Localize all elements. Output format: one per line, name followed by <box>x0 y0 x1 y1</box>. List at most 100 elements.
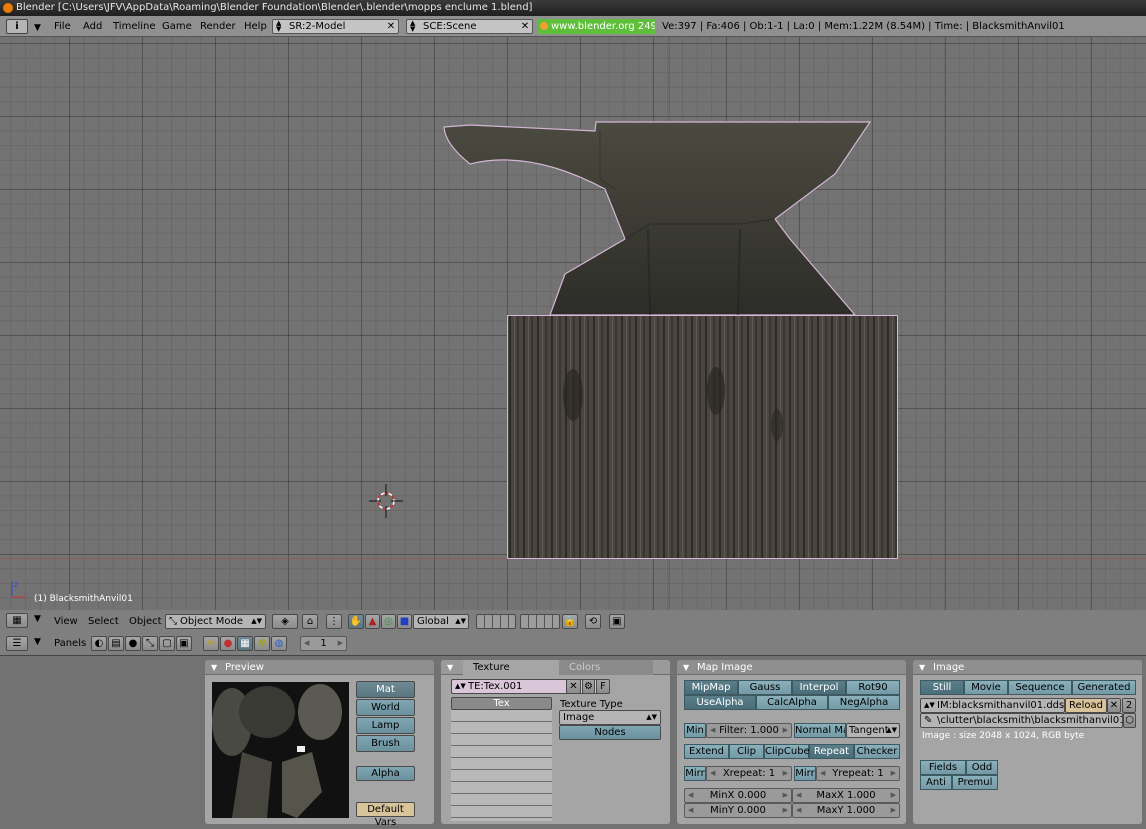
image-panel-header[interactable]: Image <box>913 660 1142 675</box>
xrepeat-decrement-icon[interactable]: ◀ <box>710 767 715 780</box>
draw-type-icon[interactable]: ◈ <box>272 614 298 629</box>
screen-browse-icon[interactable]: ▲ ▼ <box>276 20 281 33</box>
miny-decrement-icon[interactable]: ◀ <box>688 804 693 817</box>
3d-window-type-icon[interactable]: ▦ <box>6 613 28 628</box>
editing-context-icon[interactable]: ▢ <box>159 636 175 651</box>
orientation-selector[interactable]: Global ▲▼ <box>413 614 469 629</box>
filter-field[interactable]: ◀ Filter: 1.000 ▶ <box>706 723 792 738</box>
mirror-y-toggle[interactable]: Mirr <box>794 766 816 781</box>
yrepeat-field[interactable]: ◀ Yrepeat: 1 ▶ <box>816 766 900 781</box>
preview-panel-header[interactable]: Preview <box>205 660 434 675</box>
gauss-toggle[interactable]: Gauss <box>738 680 792 695</box>
filter-decrement-icon[interactable]: ◀ <box>710 724 715 737</box>
preview-mat-button[interactable]: Mat <box>356 681 415 698</box>
map-image-header[interactable]: Map Image <box>677 660 906 675</box>
menu-panels[interactable]: Panels <box>54 636 86 651</box>
layer-buttons-group2[interactable] <box>520 614 560 629</box>
world-sub-icon[interactable]: ◍ <box>271 636 287 651</box>
negalpha-toggle[interactable]: NegAlpha <box>828 695 900 710</box>
repeat-radio[interactable]: Repeat <box>809 744 854 759</box>
3d-collapse-menu-icon[interactable]: ▼ <box>34 614 41 624</box>
image-browse-icon[interactable]: ▲▼ <box>924 699 935 712</box>
menu-object[interactable]: Object <box>129 614 162 629</box>
image-unlink-icon[interactable]: ✕ <box>1107 698 1121 713</box>
maxy-field[interactable]: ◀ MaxY 1.000 ▶ <box>792 803 900 818</box>
checker-radio[interactable]: Checker <box>854 744 900 759</box>
preview-world-button[interactable]: World <box>356 699 415 716</box>
calcalpha-toggle[interactable]: CalcAlpha <box>756 695 828 710</box>
texture-tab[interactable]: Texture <box>463 660 559 675</box>
lock-layers-icon[interactable]: 🔒 <box>562 614 578 629</box>
texture-fake-user-icon[interactable]: ⚙ <box>582 679 595 694</box>
clip-radio[interactable]: Clip <box>729 744 764 759</box>
source-generated-radio[interactable]: Generated <box>1072 680 1136 695</box>
layer-buttons-group1[interactable] <box>476 614 516 629</box>
radiosity-sub-icon[interactable]: ☢ <box>254 636 270 651</box>
3d-cursor-icon[interactable] <box>369 484 403 518</box>
preview-brush-button[interactable]: Brush <box>356 735 415 752</box>
minx-decrement-icon[interactable]: ◀ <box>688 789 693 802</box>
scene-delete-icon[interactable]: ✕ <box>519 20 531 33</box>
source-movie-radio[interactable]: Movie <box>964 680 1008 695</box>
texture-sub-icon[interactable]: ▦ <box>237 636 253 651</box>
extend-radio[interactable]: Extend <box>684 744 729 759</box>
texture-slot-header[interactable]: Tex <box>451 697 552 710</box>
anvil-mesh[interactable] <box>440 119 875 319</box>
reload-button[interactable]: Reload <box>1065 698 1107 713</box>
translate-manipulator-icon[interactable]: ▲ <box>365 614 380 629</box>
maxx-decrement-icon[interactable]: ◀ <box>796 789 801 802</box>
frame-decrement-icon[interactable]: ◀ <box>304 637 309 650</box>
menu-file[interactable]: File <box>54 19 71 34</box>
image-path-field[interactable]: ✎ \clutter\blacksmith\blacksmithanvil01.… <box>920 713 1123 728</box>
link-scene-icon[interactable]: ⟲ <box>585 614 601 629</box>
rotate-manipulator-icon[interactable]: ◎ <box>381 614 396 629</box>
screen-delete-icon[interactable]: ✕ <box>385 20 397 33</box>
minx-increment-icon[interactable]: ▶ <box>783 789 788 802</box>
preview-alpha-button[interactable]: Alpha <box>356 766 415 781</box>
usealpha-toggle[interactable]: UseAlpha <box>684 695 756 710</box>
menu-render[interactable]: Render <box>200 19 236 34</box>
mode-selector[interactable]: ⤡ Object Mode ▲▼ <box>165 614 266 629</box>
yrepeat-decrement-icon[interactable]: ◀ <box>820 767 825 780</box>
menu-add[interactable]: Add <box>83 19 102 34</box>
3d-viewport[interactable]: z (1) BlacksmithAnvil01 <box>0 37 1146 610</box>
texture-f-button[interactable]: F <box>596 679 610 694</box>
stump-mesh[interactable] <box>507 315 898 559</box>
logic-context-icon[interactable]: ◐ <box>91 636 107 651</box>
fields-toggle[interactable]: Fields <box>920 760 966 775</box>
colors-tab[interactable]: Colors <box>559 660 653 675</box>
buttons-collapse-menu-icon[interactable]: ▼ <box>34 637 41 647</box>
maxx-field[interactable]: ◀ MaxX 1.000 ▶ <box>792 788 900 803</box>
texture-unlink-icon[interactable]: ✕ <box>566 679 581 694</box>
odd-toggle[interactable]: Odd <box>966 760 998 775</box>
scene-browse-icon[interactable]: ▲ ▼ <box>410 20 415 33</box>
mirror-x-toggle[interactable]: Mirr <box>684 766 706 781</box>
default-vars-button[interactable]: Default Vars <box>356 802 415 828</box>
miny-field[interactable]: ◀ MinY 0.000 ▶ <box>684 803 792 818</box>
manipulator-toggle-icon[interactable]: ✋ <box>348 614 364 629</box>
tangent-selector[interactable]: Tangent ▲▼ <box>846 723 900 738</box>
collapse-menu-icon[interactable]: ▼ <box>34 18 41 39</box>
script-context-icon[interactable]: ▤ <box>108 636 124 651</box>
maxy-decrement-icon[interactable]: ◀ <box>796 804 801 817</box>
source-sequence-radio[interactable]: Sequence <box>1008 680 1072 695</box>
info-window-type-icon[interactable]: i <box>6 19 28 34</box>
texture-browse-icon[interactable]: ▲▼ <box>455 680 466 693</box>
rot90-toggle[interactable]: Rot90 <box>846 680 900 695</box>
clipcube-radio[interactable]: ClipCube <box>764 744 810 759</box>
maxx-increment-icon[interactable]: ▶ <box>891 789 896 802</box>
shading-context-icon[interactable]: ● <box>125 636 141 651</box>
mipmap-toggle[interactable]: MipMap <box>684 680 738 695</box>
file-browse-icon[interactable]: ✎ <box>924 714 932 727</box>
texture-slot-list[interactable] <box>451 710 552 821</box>
miny-increment-icon[interactable]: ▶ <box>783 804 788 817</box>
filter-increment-icon[interactable]: ▶ <box>783 724 788 737</box>
minx-field[interactable]: ◀ MinX 0.000 ▶ <box>684 788 792 803</box>
xrepeat-field[interactable]: ◀ Xrepeat: 1 ▶ <box>706 766 792 781</box>
menu-timeline[interactable]: Timeline <box>113 19 156 34</box>
scene-context-icon[interactable]: ▣ <box>176 636 192 651</box>
menu-help[interactable]: Help <box>244 19 267 34</box>
lamp-sub-icon[interactable]: ☀ <box>203 636 219 651</box>
frame-increment-icon[interactable]: ▶ <box>338 637 343 650</box>
yrepeat-increment-icon[interactable]: ▶ <box>891 767 896 780</box>
